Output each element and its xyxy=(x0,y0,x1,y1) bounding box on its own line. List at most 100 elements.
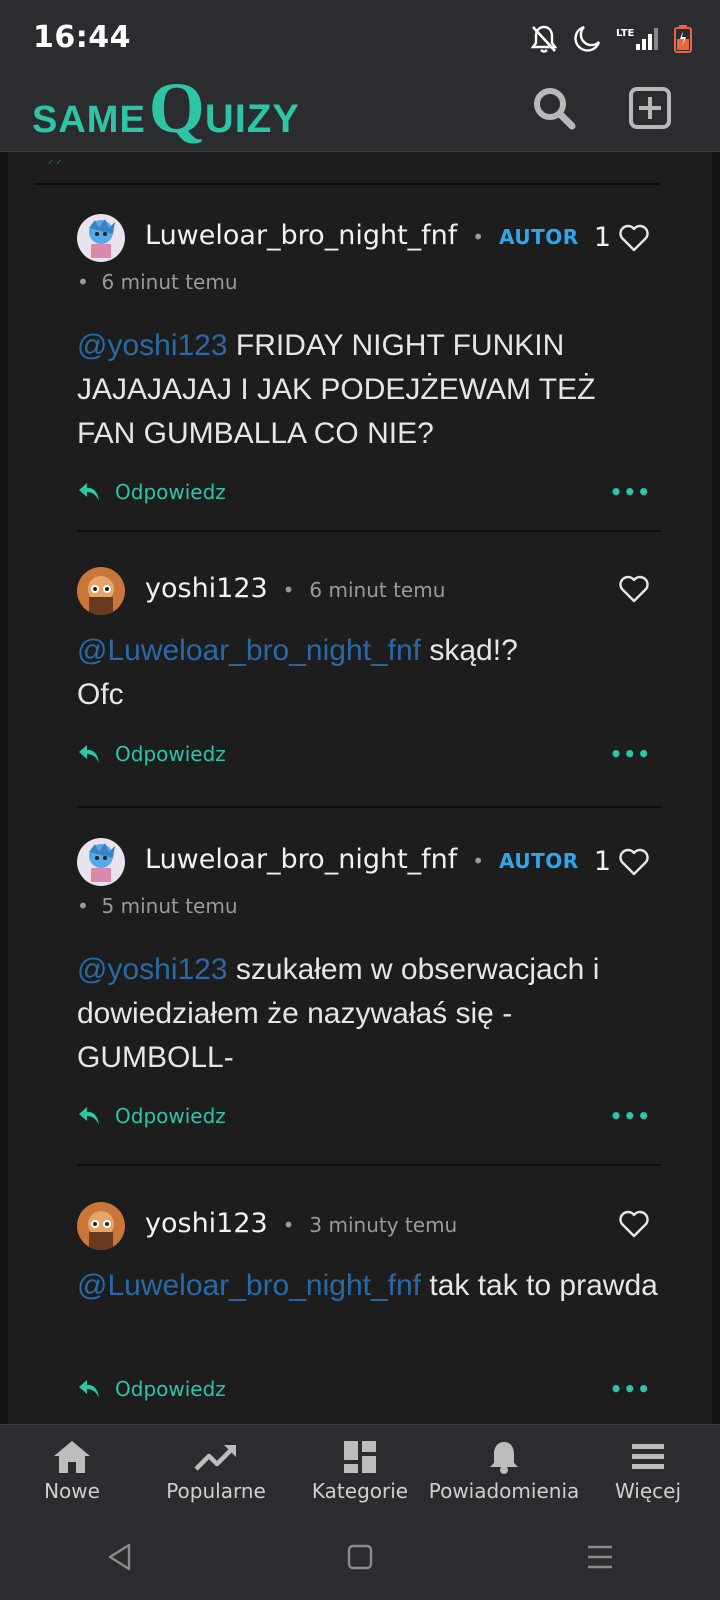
author-name[interactable]: Luweloar_bro_night_fnf xyxy=(145,220,457,251)
like-button[interactable] xyxy=(619,1210,649,1238)
comments-feed[interactable]: ⸝ ⸝ Luweloar_bro_night_fnf • AUTOR 1 • 6… xyxy=(0,152,720,1424)
reply-arrow-icon xyxy=(79,1107,99,1125)
comment-author-line: Luweloar_bro_night_fnf • AUTOR xyxy=(145,220,579,251)
comment-text: @yoshi123 FRIDAY NIGHT FUNKIN JAJAJAJAJ … xyxy=(77,324,661,456)
comment-author-line: yoshi123 • 3 minuty temu xyxy=(145,1208,457,1239)
separator-dot: • xyxy=(465,225,491,249)
comment-meta: • 5 minut temu xyxy=(77,894,238,918)
comment-actions: Odpowiedz ••• xyxy=(77,477,661,507)
more-options-button[interactable]: ••• xyxy=(610,1104,651,1128)
comment-body-line2: Ofc xyxy=(77,678,124,711)
add-box-icon xyxy=(629,87,671,129)
status-icons: LTE xyxy=(530,24,692,54)
author-badge: AUTOR xyxy=(498,225,579,249)
nav-item-nowe[interactable]: Nowe xyxy=(0,1425,144,1503)
comment-text: @yoshi123 szukałem w obserwacjach i dowi… xyxy=(77,948,661,1080)
avatar[interactable] xyxy=(77,838,125,886)
reply-button[interactable]: Odpowiedz xyxy=(77,742,226,766)
reply-arrow-icon xyxy=(79,1380,99,1398)
more-options-button[interactable]: ••• xyxy=(610,480,651,504)
comment-time: 3 minuty temu xyxy=(309,1213,458,1237)
dashboard-icon xyxy=(344,1441,376,1473)
right-rail xyxy=(712,152,720,1424)
nav-label: Powiadomienia xyxy=(428,1479,580,1503)
separator-dot: • xyxy=(465,849,491,873)
lte-signal-icon: LTE xyxy=(616,26,660,52)
search-button[interactable] xyxy=(528,82,580,134)
nav-label: Popularne xyxy=(166,1479,266,1503)
author-name[interactable]: Luweloar_bro_night_fnf xyxy=(145,844,457,875)
nav-item-wiecej[interactable]: Więcej xyxy=(576,1425,720,1503)
nav-item-popularne[interactable]: Popularne xyxy=(144,1425,288,1503)
system-home-button[interactable] xyxy=(330,1527,390,1587)
system-back-button[interactable] xyxy=(90,1527,150,1587)
like-button[interactable] xyxy=(619,575,649,603)
bottom-navigation: Nowe Popularne Kategorie Powiadomienia W… xyxy=(0,1424,720,1514)
avatar[interactable] xyxy=(77,567,125,615)
search-icon xyxy=(534,88,576,130)
nav-item-kategorie[interactable]: Kategorie xyxy=(288,1425,432,1503)
author-name[interactable]: yoshi123 xyxy=(145,573,268,604)
heart-icon xyxy=(619,224,649,251)
reply-arrow-icon xyxy=(79,483,99,501)
comment-body: skąd!? xyxy=(421,634,518,667)
reply-label: Odpowiedz xyxy=(115,1104,226,1128)
mention-link[interactable]: @Luweloar_bro_night_fnf xyxy=(77,1269,421,1302)
comment-actions: Odpowiedz ••• xyxy=(77,739,661,769)
add-quiz-button[interactable] xyxy=(624,82,676,134)
reply-button[interactable]: Odpowiedz xyxy=(77,480,226,504)
battery-charging-icon xyxy=(674,25,692,53)
system-recents-button[interactable] xyxy=(570,1527,630,1587)
home-square-icon xyxy=(347,1544,373,1570)
nav-label: Więcej xyxy=(614,1479,682,1503)
divider xyxy=(34,183,660,185)
separator-dot: • xyxy=(276,1213,301,1237)
nav-label: Kategorie xyxy=(311,1479,409,1503)
comment-meta: • 6 minut temu xyxy=(77,270,238,294)
separator-dot: • xyxy=(276,578,301,602)
reply-label: Odpowiedz xyxy=(115,1377,226,1401)
mention-link[interactable]: @Luweloar_bro_night_fnf xyxy=(77,634,421,667)
more-options-button[interactable]: ••• xyxy=(610,1377,651,1401)
comment-actions: Odpowiedz ••• xyxy=(77,1374,661,1404)
avatar[interactable] xyxy=(77,1202,125,1250)
nav-label: Nowe xyxy=(44,1479,100,1503)
recents-menu-icon xyxy=(588,1545,612,1569)
like-count: 1 xyxy=(593,846,611,877)
like-button[interactable]: 1 xyxy=(594,222,649,253)
divider xyxy=(77,1164,661,1166)
comment-time: 5 minut temu xyxy=(101,894,238,918)
comment-time: 6 minut temu xyxy=(101,270,238,294)
svg-text:LTE: LTE xyxy=(616,28,635,39)
notifications-off-icon xyxy=(530,24,558,54)
logo-text-q: Q xyxy=(148,68,205,148)
reply-label: Odpowiedz xyxy=(115,742,226,766)
reply-button[interactable]: Odpowiedz xyxy=(77,1104,226,1128)
samequizy-logo[interactable]: SAMEQUIZY xyxy=(32,72,300,144)
divider xyxy=(77,806,661,808)
divider xyxy=(77,530,661,532)
back-triangle-icon xyxy=(108,1543,131,1571)
heart-icon xyxy=(619,1210,649,1238)
nav-item-powiadomienia[interactable]: Powiadomienia xyxy=(429,1425,579,1503)
menu-icon xyxy=(632,1444,664,1469)
comment-time: 6 minut temu xyxy=(309,578,446,602)
more-options-button[interactable]: ••• xyxy=(610,742,651,766)
status-time: 16:44 xyxy=(33,20,131,55)
left-rail xyxy=(0,152,8,1424)
comment-actions: Odpowiedz ••• xyxy=(77,1101,661,1131)
avatar[interactable] xyxy=(77,214,125,262)
bell-icon xyxy=(490,1442,518,1474)
reply-button[interactable]: Odpowiedz xyxy=(77,1377,226,1401)
system-navigation-bar xyxy=(0,1514,720,1600)
logo-text-uizy: UIZY xyxy=(204,97,300,141)
mention-link[interactable]: @yoshi123 xyxy=(77,329,228,362)
author-name[interactable]: yoshi123 xyxy=(145,1208,268,1239)
comment-text: @Luweloar_bro_night_fnf tak tak to prawd… xyxy=(77,1264,661,1308)
author-badge: AUTOR xyxy=(498,849,579,873)
home-icon xyxy=(54,1441,90,1473)
like-button[interactable]: 1 xyxy=(594,846,649,877)
comment-body: tak tak to prawda xyxy=(421,1269,658,1302)
mention-link[interactable]: @yoshi123 xyxy=(77,953,228,986)
logo-text-same: SAME xyxy=(32,99,146,141)
